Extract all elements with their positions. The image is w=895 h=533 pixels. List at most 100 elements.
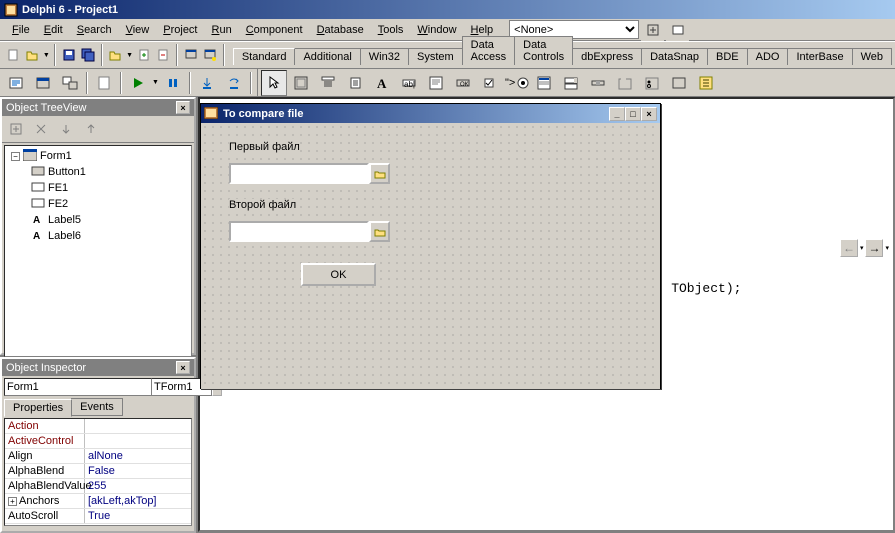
menu-window[interactable]: Window (411, 22, 462, 38)
tab-datasnap[interactable]: DataSnap (641, 48, 708, 65)
expander-icon[interactable]: − (11, 152, 20, 161)
save-all-button[interactable] (79, 44, 96, 66)
open-button[interactable] (23, 44, 40, 66)
scrollbar-component[interactable] (585, 70, 611, 96)
remove-file-button[interactable] (155, 44, 172, 66)
prop-anchors[interactable]: +Anchors[akLeft,akTop] (5, 494, 191, 509)
tab-events[interactable]: Events (71, 398, 123, 416)
prop-action[interactable]: Action (5, 419, 191, 434)
maximize-button[interactable]: □ (625, 107, 641, 121)
toggle-form-button[interactable] (182, 44, 199, 66)
memo-component[interactable] (423, 70, 449, 96)
inspector-object-input[interactable] (4, 378, 152, 396)
toggle-unit-form-button[interactable] (57, 70, 83, 96)
inspector-object-selector[interactable]: TForm1 ▼ (4, 378, 192, 396)
tree-root[interactable]: − Form1 (7, 148, 189, 164)
tab-system[interactable]: System (408, 48, 463, 65)
tab-data-controls[interactable]: Data Controls (514, 36, 573, 65)
inspector-close-button[interactable]: × (176, 361, 190, 374)
actionlist-component[interactable] (693, 70, 719, 96)
trace-into-button[interactable] (194, 70, 220, 96)
minimize-button[interactable]: _ (609, 107, 625, 121)
save-button[interactable] (60, 44, 77, 66)
tool-icon-2[interactable] (666, 19, 689, 41)
prop-autoscroll[interactable]: AutoScrollTrue (5, 509, 191, 524)
second-file-browse-button[interactable] (369, 221, 390, 242)
radiobutton-component[interactable]: "> (504, 70, 530, 96)
radiogroup-component[interactable] (639, 70, 665, 96)
button-component[interactable]: OK (450, 70, 476, 96)
tab-bde[interactable]: BDE (707, 48, 748, 65)
tree-item-label5[interactable]: A Label5 (7, 212, 189, 228)
tab-win32[interactable]: Win32 (360, 48, 409, 65)
form-body[interactable]: Первый файл Второй файл OK (201, 123, 660, 389)
nav-back-button[interactable]: ← (840, 239, 858, 257)
run-button[interactable] (125, 70, 151, 96)
tab-data-access[interactable]: Data Access (462, 36, 515, 65)
menu-edit[interactable]: Edit (38, 22, 69, 38)
new-form-button[interactable] (201, 44, 218, 66)
tree-item-fe2[interactable]: FE2 (7, 196, 189, 212)
ok-button[interactable]: OK (301, 263, 376, 286)
tab-additional[interactable]: Additional (294, 48, 360, 65)
pointer-tool[interactable] (261, 70, 287, 96)
groupbox-component[interactable] (612, 70, 638, 96)
first-file-browse-button[interactable] (369, 163, 390, 184)
pause-button[interactable] (160, 70, 186, 96)
menu-search[interactable]: Search (71, 22, 118, 38)
view-unit-button[interactable] (3, 70, 29, 96)
tab-web[interactable]: Web (852, 48, 892, 65)
tv-tool-4[interactable] (79, 118, 102, 140)
prop-activecontrol[interactable]: ActiveControl (5, 434, 191, 449)
checkbox-component[interactable] (477, 70, 503, 96)
combobox-component[interactable] (558, 70, 584, 96)
tab-interbase[interactable]: InterBase (787, 48, 852, 65)
object-treeview-panel: Object TreeView × − Form1 Button1 FE1 (0, 97, 196, 355)
menu-project[interactable]: Project (157, 22, 203, 38)
frames-component[interactable] (288, 70, 314, 96)
menu-tools[interactable]: Tools (372, 22, 410, 38)
mainmenu-component[interactable] (315, 70, 341, 96)
tab-ado[interactable]: ADO (747, 48, 789, 65)
prop-align[interactable]: AlignalNone (5, 449, 191, 464)
menu-file[interactable]: File (6, 22, 36, 38)
svg-text:A: A (377, 76, 387, 91)
popupmenu-component[interactable] (342, 70, 368, 96)
tab-properties[interactable]: Properties (4, 399, 72, 417)
treeview-body[interactable]: − Form1 Button1 FE1 FE2 A Label5 A (4, 145, 192, 357)
prop-alphablendvalue[interactable]: AlphaBlendValue255 (5, 479, 191, 494)
view-form-button[interactable] (30, 70, 56, 96)
label-component[interactable]: A (369, 70, 395, 96)
treeview-close-button[interactable]: × (176, 101, 190, 114)
new-items-button[interactable] (91, 70, 117, 96)
panel-component[interactable] (666, 70, 692, 96)
tab-standard[interactable]: Standard (233, 48, 296, 65)
tree-item-label6[interactable]: A Label6 (7, 228, 189, 244)
tv-tool-2[interactable] (29, 118, 52, 140)
tool-icon-1[interactable] (641, 19, 664, 41)
menu-view[interactable]: View (120, 22, 156, 38)
add-file-button[interactable] (135, 44, 152, 66)
tree-item-button1[interactable]: Button1 (7, 164, 189, 180)
tab-dbexpress[interactable]: dbExpress (572, 48, 642, 65)
second-file-input[interactable] (229, 221, 369, 242)
open-project-button[interactable] (107, 44, 124, 66)
tree-item-fe1[interactable]: FE1 (7, 180, 189, 196)
form-designer[interactable]: To compare file _ □ × Первый файл Второй… (200, 103, 661, 389)
tv-tool-3[interactable] (54, 118, 77, 140)
menu-component[interactable]: Component (240, 22, 309, 38)
prop-alphablend[interactable]: AlphaBlendFalse (5, 464, 191, 479)
step-over-button[interactable] (221, 70, 247, 96)
listbox-component[interactable] (531, 70, 557, 96)
form-close-button[interactable]: × (641, 107, 657, 121)
form-titlebar[interactable]: To compare file _ □ × (201, 104, 660, 123)
tv-tool-1[interactable] (4, 118, 27, 140)
menu-database[interactable]: Database (311, 22, 370, 38)
menu-run[interactable]: Run (206, 22, 238, 38)
new-button[interactable] (4, 44, 21, 66)
inspector-grid[interactable]: Action ActiveControl AlignalNone AlphaBl… (4, 418, 192, 526)
svg-text:A: A (33, 231, 40, 241)
edit-component[interactable]: ab| (396, 70, 422, 96)
nav-forward-button[interactable]: → (865, 239, 883, 257)
first-file-input[interactable] (229, 163, 369, 184)
